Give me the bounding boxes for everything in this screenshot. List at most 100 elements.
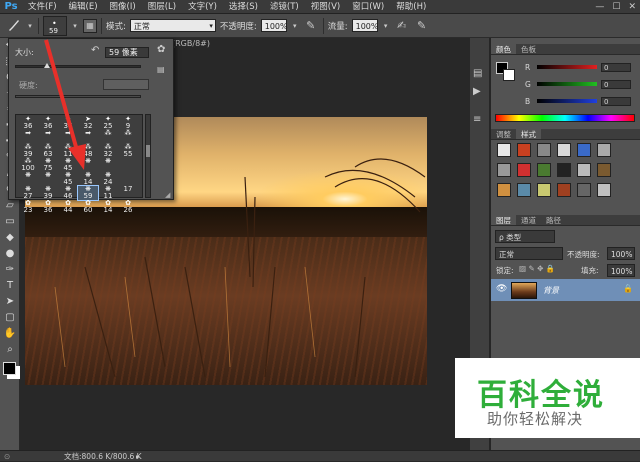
brush-preset[interactable]: ❋ 59 — [77, 185, 99, 201]
brush-preset[interactable]: ⁂ — [98, 130, 118, 144]
path-select-tool-icon[interactable]: ➤ — [0, 294, 20, 310]
brush-preset[interactable]: ⁂ — [118, 130, 138, 144]
style-swatch[interactable] — [557, 163, 571, 177]
new-preset-icon[interactable]: ▤ — [157, 65, 165, 74]
style-swatch[interactable] — [497, 163, 511, 177]
fill-input[interactable]: 100% — [607, 264, 635, 277]
pressure-opacity-icon[interactable]: ✎ — [303, 18, 319, 34]
eye-icon[interactable]: 👁 — [496, 284, 507, 294]
style-swatch[interactable] — [577, 143, 591, 157]
document-tab[interactable]: (RGB/8#) — [172, 39, 212, 51]
chevron-down-icon[interactable]: ▾ — [71, 18, 79, 34]
menu-item-5[interactable]: 选择(S) — [223, 0, 264, 14]
menu-item-1[interactable]: 编辑(E) — [63, 0, 104, 14]
background-color[interactable] — [503, 69, 515, 81]
airbrush-icon[interactable]: ✍ — [394, 18, 410, 34]
channel-slider[interactable] — [537, 65, 597, 69]
chevron-down-icon[interactable]: ▾ — [382, 18, 390, 34]
brush-size-input[interactable]: 59 像素 — [105, 47, 149, 58]
brush-preset[interactable]: ⁂ 55 — [118, 144, 138, 158]
brush-preset[interactable]: ❋ 27 — [18, 186, 38, 200]
menu-item-7[interactable]: 视图(V) — [305, 0, 346, 14]
brush-panel-toggle-icon[interactable]: ▦ — [83, 18, 97, 33]
style-swatch[interactable] — [517, 143, 531, 157]
flow-input[interactable]: 100% — [351, 19, 379, 32]
tab-adjustments[interactable]: 调整 — [491, 129, 516, 139]
resize-grip-icon[interactable]: ◢ — [165, 191, 170, 199]
blur-tool-icon[interactable]: ◆ — [0, 230, 20, 246]
tab-swatches[interactable]: 色板 — [516, 44, 541, 54]
tab-layers[interactable]: 图层 — [491, 215, 516, 225]
tab-styles[interactable]: 样式 — [516, 129, 541, 139]
blend-mode-select[interactable]: 正常 — [495, 247, 563, 260]
channel-slider[interactable] — [537, 82, 597, 86]
menu-item-8[interactable]: 窗口(W) — [346, 0, 390, 14]
chevron-down-icon[interactable]: ▾ — [291, 18, 299, 34]
tab-channels[interactable]: 通道 — [516, 215, 541, 225]
style-swatch[interactable] — [537, 163, 551, 177]
style-swatch[interactable] — [577, 183, 591, 197]
brush-preset[interactable] — [118, 158, 138, 172]
reset-size-icon[interactable]: ↶ — [91, 45, 99, 56]
brush-tool-icon[interactable] — [6, 18, 22, 34]
actions-icon[interactable]: ▶ — [473, 86, 481, 97]
gradient-tool-icon[interactable]: ▭ — [0, 214, 20, 230]
layer-opacity-input[interactable]: 100% — [607, 247, 635, 260]
zoom-indicator[interactable]: ⊙ — [4, 451, 10, 462]
brush-preset-picker-button[interactable]: • 59 — [43, 15, 67, 36]
zoom-tool-icon[interactable]: ⌕ — [0, 342, 20, 358]
menu-item-3[interactable]: 图层(L) — [142, 0, 182, 14]
channel-value-input[interactable]: 0 — [601, 62, 631, 72]
brush-preset[interactable]: ❋ 39 — [38, 186, 58, 200]
brush-preset[interactable]: ✿ 14 — [98, 200, 118, 214]
lock-icons[interactable]: ▨ ✎ ✥ 🔒 — [519, 264, 555, 273]
brush-preset[interactable]: ✦ 9 — [118, 116, 138, 130]
hardness-input[interactable] — [103, 79, 149, 90]
close-button[interactable]: ✕ — [628, 0, 636, 14]
style-swatch[interactable] — [517, 163, 531, 177]
style-swatch[interactable] — [517, 183, 531, 197]
brush-grid-scrollbar[interactable] — [145, 114, 151, 198]
brush-preset[interactable]: ❋ — [18, 172, 38, 186]
menu-item-2[interactable]: 图像(I) — [104, 0, 142, 14]
brush-preset[interactable]: ❋ 46 — [58, 186, 78, 200]
type-tool-icon[interactable]: T — [0, 278, 20, 294]
color-spectrum[interactable] — [495, 114, 635, 122]
style-swatch[interactable] — [557, 183, 571, 197]
brush-preset[interactable]: ⁂ 39 — [18, 144, 38, 158]
channel-value-input[interactable]: 0 — [601, 79, 631, 89]
brush-preset[interactable] — [118, 172, 138, 186]
brush-preset[interactable]: ➡ — [18, 130, 38, 144]
chevron-right-icon[interactable]: ▸ — [136, 451, 140, 462]
brush-preset[interactable]: ✿ 23 — [18, 200, 38, 214]
maximize-button[interactable]: ☐ — [612, 0, 620, 14]
tab-paths[interactable]: 路径 — [541, 215, 566, 225]
brush-preset[interactable]: ⁂ 100 — [18, 158, 38, 172]
properties-icon[interactable]: ≡ — [473, 114, 481, 125]
brush-preset[interactable]: ✿ 44 — [58, 200, 78, 214]
channel-slider[interactable] — [537, 99, 597, 103]
brush-preset[interactable]: ✿ 36 — [38, 200, 58, 214]
brush-preset[interactable]: ✦ 36 — [18, 116, 38, 130]
layer-filter-select[interactable]: ρ 类型 — [495, 230, 555, 243]
brush-preset[interactable]: ✦ 25 — [98, 116, 118, 130]
style-swatch[interactable] — [497, 183, 511, 197]
mode-select[interactable]: 正常 ▾ — [129, 19, 216, 32]
style-swatch[interactable] — [537, 183, 551, 197]
document-info[interactable]: 文档:800.6 K/800.6 K — [64, 451, 142, 462]
style-swatch[interactable] — [597, 163, 611, 177]
shape-tool-icon[interactable]: ▢ — [0, 310, 20, 326]
history-icon[interactable]: ▤ — [473, 68, 482, 79]
style-swatch[interactable] — [597, 143, 611, 157]
pressure-size-icon[interactable]: ✎ — [414, 18, 430, 34]
hand-tool-icon[interactable]: ✋ — [0, 326, 20, 342]
menu-item-9[interactable]: 帮助(H) — [390, 0, 432, 14]
brush-preset[interactable]: ✿ 26 — [118, 200, 138, 214]
brush-preset[interactable]: ✿ 60 — [78, 200, 98, 214]
style-swatch[interactable] — [577, 163, 591, 177]
style-swatch[interactable] — [597, 183, 611, 197]
eraser-tool-icon[interactable]: ▱ — [0, 198, 20, 214]
brush-preset[interactable]: ❋ — [98, 158, 118, 172]
tab-color[interactable]: 颜色 — [491, 44, 516, 54]
pen-tool-icon[interactable]: ✑ — [0, 262, 20, 278]
